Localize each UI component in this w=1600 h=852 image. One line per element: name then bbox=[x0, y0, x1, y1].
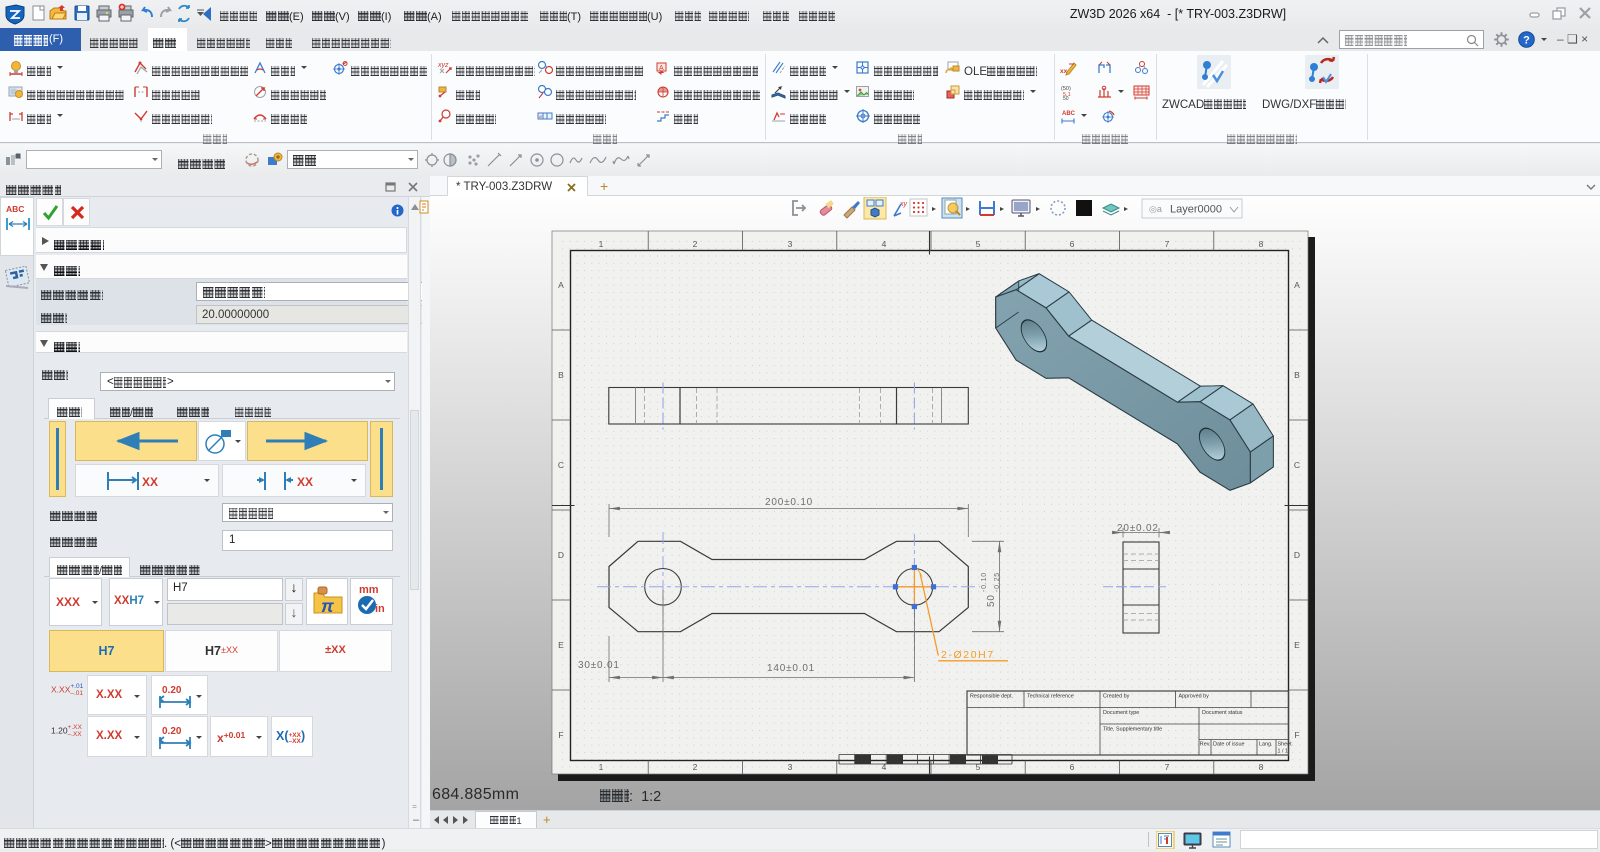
svg-text:Approved by: Approved by bbox=[1179, 694, 1210, 700]
svg-text:8: 8 bbox=[1259, 239, 1264, 249]
svg-text:◎a: ◎a bbox=[1149, 204, 1162, 214]
svg-text:?: ? bbox=[1523, 35, 1530, 47]
svg-text:π: π bbox=[321, 596, 334, 616]
svg-text:3: 3 bbox=[788, 239, 793, 249]
svg-text:30±0.01: 30±0.01 bbox=[578, 660, 620, 671]
svg-text:Sheet: Sheet bbox=[1278, 742, 1293, 748]
svg-text:Rev.: Rev. bbox=[1200, 742, 1211, 748]
svg-text:Document type: Document type bbox=[1103, 710, 1139, 716]
svg-text:5: 5 bbox=[976, 762, 981, 772]
svg-text:8: 8 bbox=[1259, 762, 1264, 772]
svg-text:6: 6 bbox=[1070, 762, 1075, 772]
svg-text:0.20: 0.20 bbox=[162, 685, 182, 696]
svg-text:F: F bbox=[1294, 730, 1299, 740]
svg-text:Title, Supplementary title: Title, Supplementary title bbox=[1103, 727, 1162, 733]
svg-text:A: A bbox=[558, 280, 564, 290]
svg-text:XX: XX bbox=[142, 475, 158, 489]
svg-text:-0.25: -0.25 bbox=[994, 572, 1001, 592]
svg-text:140±0.01: 140±0.01 bbox=[767, 663, 815, 674]
svg-text:B: B bbox=[1294, 370, 1300, 380]
svg-text:7: 7 bbox=[1165, 239, 1170, 249]
svg-text:Date of issue: Date of issue bbox=[1213, 742, 1244, 748]
svg-text:1: 1 bbox=[599, 239, 604, 249]
svg-text:E: E bbox=[1294, 640, 1300, 650]
svg-text:1 / 1: 1 / 1 bbox=[1278, 749, 1289, 755]
svg-text:1: 1 bbox=[599, 762, 604, 772]
svg-text:5: 5 bbox=[976, 239, 981, 249]
svg-text:A: A bbox=[1294, 280, 1300, 290]
svg-text:200±0.10: 200±0.10 bbox=[765, 497, 813, 508]
svg-text:Lang.: Lang. bbox=[1259, 742, 1273, 748]
svg-text:Created by: Created by bbox=[1103, 694, 1130, 700]
svg-text:6: 6 bbox=[1070, 239, 1075, 249]
svg-text:D: D bbox=[1294, 550, 1300, 560]
svg-text:2: 2 bbox=[693, 239, 698, 249]
svg-text:B: B bbox=[558, 370, 564, 380]
svg-text:⌀: ⌀ bbox=[539, 114, 542, 120]
svg-text:20±0.02: 20±0.02 bbox=[1117, 523, 1159, 534]
svg-text:F: F bbox=[558, 730, 563, 740]
svg-text:ABC: ABC bbox=[1062, 111, 1076, 117]
svg-text:Document status: Document status bbox=[1202, 710, 1243, 716]
svg-text:D: D bbox=[558, 550, 564, 560]
svg-text:Technical reference: Technical reference bbox=[1027, 694, 1074, 700]
svg-text:C: C bbox=[558, 460, 564, 470]
svg-text:2-Ø20H7: 2-Ø20H7 bbox=[941, 649, 995, 661]
svg-text:E: E bbox=[558, 640, 564, 650]
svg-text:0.20: 0.20 bbox=[162, 726, 182, 737]
svg-text:Responsible dept.: Responsible dept. bbox=[970, 694, 1013, 700]
svg-text:XX: XX bbox=[297, 475, 313, 489]
svg-text:50: 50 bbox=[1063, 96, 1069, 100]
svg-text:C: C bbox=[1294, 460, 1300, 470]
svg-text:7: 7 bbox=[1165, 762, 1170, 772]
svg-text:-0.10: -0.10 bbox=[981, 572, 988, 592]
svg-text:3: 3 bbox=[788, 762, 793, 772]
svg-text:Layer0000: Layer0000 bbox=[1170, 204, 1222, 216]
svg-text:2: 2 bbox=[693, 762, 698, 772]
svg-text:xyz: xyz bbox=[437, 62, 449, 69]
svg-text:4: 4 bbox=[882, 239, 887, 249]
svg-text:50: 50 bbox=[986, 594, 997, 607]
